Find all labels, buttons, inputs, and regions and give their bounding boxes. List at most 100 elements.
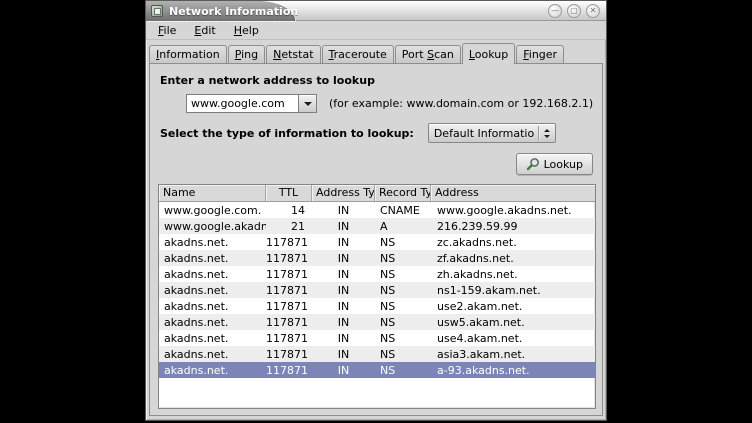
table-cell: 117871	[266, 300, 312, 313]
tab-traceroute[interactable]: Traceroute	[322, 45, 394, 63]
menu-file[interactable]: File	[149, 22, 185, 39]
table-cell: akadns.net.	[159, 316, 266, 329]
table-cell: 117871	[266, 364, 312, 377]
table-cell: ns1-159.akam.net.	[431, 284, 595, 297]
table-cell: akadns.net.	[159, 236, 266, 249]
table-cell: NS	[375, 268, 431, 281]
titlebar[interactable]: Network Information — ▢ ✕	[146, 1, 606, 21]
table-cell: IN	[312, 252, 375, 265]
table-cell: 21	[266, 220, 312, 233]
table-cell: NS	[375, 348, 431, 361]
table-cell: IN	[312, 332, 375, 345]
tab-netstat[interactable]: Netstat	[266, 45, 320, 63]
table-cell: akadns.net.	[159, 284, 266, 297]
table-cell: www.google.akadns.net.	[431, 204, 595, 217]
table-cell: IN	[312, 364, 375, 377]
table-cell: IN	[312, 284, 375, 297]
table-cell: A	[375, 220, 431, 233]
table-cell: akadns.net.	[159, 268, 266, 281]
table-header: NameTTLAddress TypeRecord TypeAddress	[159, 185, 595, 202]
table-cell: use4.akam.net.	[431, 332, 595, 345]
table-row[interactable]: www.google.com.14INCNAMEwww.google.akadn…	[159, 202, 595, 218]
table-row[interactable]: akadns.net.117871INNSns1-159.akam.net.	[159, 282, 595, 298]
title-tab: Network Information	[146, 1, 295, 21]
tab-port-scan[interactable]: Port Scan	[395, 45, 461, 63]
table-cell: NS	[375, 332, 431, 345]
close-icon[interactable]: ✕	[586, 4, 600, 18]
column-header-name[interactable]: Name	[159, 185, 266, 202]
table-cell: use2.akam.net.	[431, 300, 595, 313]
table-cell: asia3.akam.net.	[431, 348, 595, 361]
table-cell: IN	[312, 348, 375, 361]
results-table: NameTTLAddress TypeRecord TypeAddress ww…	[158, 184, 596, 409]
column-header-address[interactable]: Address	[431, 185, 595, 202]
table-row[interactable]: www.google.akadns.net.21INA216.239.59.99	[159, 218, 595, 234]
table-cell: 117871	[266, 284, 312, 297]
tab-strip: InformationPingNetstatTraceroutePort Sca…	[146, 40, 606, 63]
table-cell: IN	[312, 236, 375, 249]
address-dropdown-button[interactable]	[298, 94, 317, 113]
table-row[interactable]: akadns.net.117871INNSzc.akadns.net.	[159, 234, 595, 250]
table-row[interactable]: akadns.net.117871INNSzh.akadns.net.	[159, 266, 595, 282]
table-row[interactable]: akadns.net.117871INNSa-93.akadns.net.	[159, 362, 595, 378]
menu-help[interactable]: Help	[225, 22, 268, 39]
table-cell: 117871	[266, 268, 312, 281]
address-label: Enter a network address to lookup	[160, 74, 596, 87]
tab-ping[interactable]: Ping	[228, 45, 265, 63]
tab-lookup[interactable]: Lookup	[462, 43, 515, 64]
table-row[interactable]: akadns.net.117871INNSasia3.akam.net.	[159, 346, 595, 362]
button-row: Lookup	[158, 153, 593, 175]
magnifier-icon	[526, 157, 540, 171]
lookup-button[interactable]: Lookup	[516, 153, 593, 175]
column-header-record-type[interactable]: Record Type	[375, 185, 431, 202]
table-cell: akadns.net.	[159, 300, 266, 313]
table-cell: akadns.net.	[159, 364, 266, 377]
table-cell: CNAME	[375, 204, 431, 217]
type-select[interactable]: Default Information	[428, 123, 556, 143]
table-cell: IN	[312, 268, 375, 281]
table-cell: 216.239.59.99	[431, 220, 595, 233]
tab-information[interactable]: Information	[149, 45, 227, 63]
table-body: www.google.com.14INCNAMEwww.google.akadn…	[159, 202, 595, 408]
table-row[interactable]: akadns.net.117871INNSzf.akadns.net.	[159, 250, 595, 266]
network-information-window: Network Information — ▢ ✕ FileEditHelp I…	[145, 0, 607, 421]
window-title: Network Information	[169, 5, 298, 18]
window-menu-icon[interactable]	[151, 5, 163, 17]
table-cell: zc.akadns.net.	[431, 236, 595, 249]
table-cell: 117871	[266, 316, 312, 329]
table-cell: NS	[375, 236, 431, 249]
table-cell: IN	[312, 220, 375, 233]
table-row[interactable]: akadns.net.117871INNSuse4.akam.net.	[159, 330, 595, 346]
address-input[interactable]: www.google.com	[186, 94, 298, 113]
type-row: Select the type of information to lookup…	[160, 123, 596, 143]
maximize-icon[interactable]: ▢	[567, 4, 581, 18]
column-header-address-type[interactable]: Address Type	[312, 185, 375, 202]
menu-edit[interactable]: Edit	[185, 22, 224, 39]
table-cell: 117871	[266, 252, 312, 265]
table-cell: akadns.net.	[159, 252, 266, 265]
window-controls: — ▢ ✕	[548, 4, 600, 18]
lookup-button-label: Lookup	[544, 158, 583, 171]
table-cell: zh.akadns.net.	[431, 268, 595, 281]
table-cell: akadns.net.	[159, 332, 266, 345]
table-cell: zf.akadns.net.	[431, 252, 595, 265]
minimize-icon[interactable]: —	[548, 4, 562, 18]
table-cell: 117871	[266, 332, 312, 345]
table-cell: usw5.akam.net.	[431, 316, 595, 329]
column-header-ttl[interactable]: TTL	[266, 185, 312, 202]
lookup-tab-page: Enter a network address to lookup www.go…	[149, 63, 603, 416]
table-cell: NS	[375, 316, 431, 329]
table-cell: NS	[375, 284, 431, 297]
tab-finger[interactable]: Finger	[516, 45, 564, 63]
table-cell: 14	[266, 204, 312, 217]
address-combo-row: www.google.com (for example: www.domain.…	[186, 94, 596, 113]
table-row[interactable]: akadns.net.117871INNSuse2.akam.net.	[159, 298, 595, 314]
table-cell: NS	[375, 364, 431, 377]
table-row[interactable]: akadns.net.117871INNSusw5.akam.net.	[159, 314, 595, 330]
table-cell: www.google.com.	[159, 204, 266, 217]
spinner-arrows-icon	[544, 129, 550, 138]
table-cell: IN	[312, 300, 375, 313]
type-selected-value: Default Information	[434, 127, 535, 140]
address-combo: www.google.com	[186, 94, 317, 113]
table-cell: akadns.net.	[159, 348, 266, 361]
